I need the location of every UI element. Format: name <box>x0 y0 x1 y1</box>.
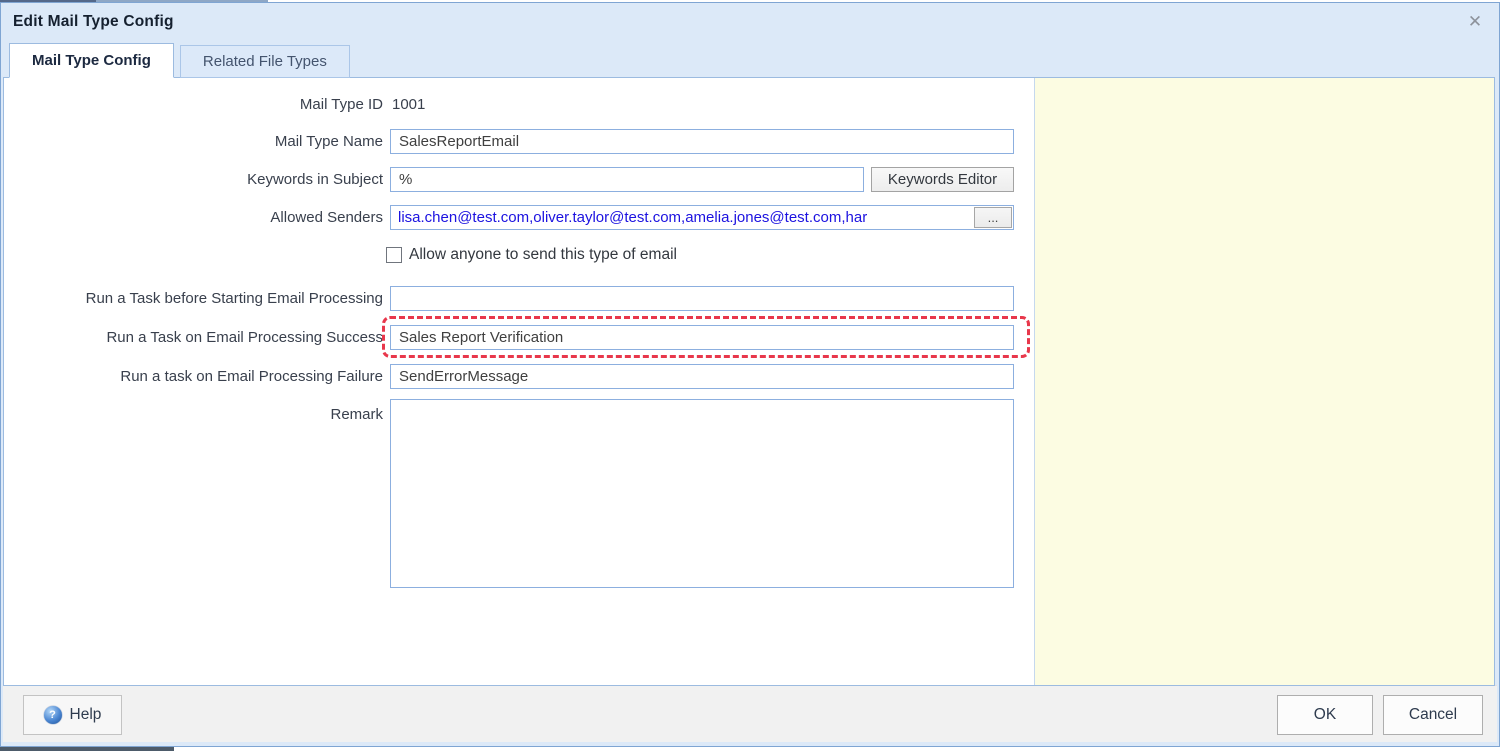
task-failure-label: Run a task on Email Processing Failure <box>4 364 383 389</box>
allowed-senders-value[interactable]: lisa.chen@test.com,oliver.taylor@test.co… <box>391 206 973 229</box>
side-panel <box>1034 78 1494 685</box>
allow-anyone-row: Allow anyone to send this type of email <box>386 246 677 264</box>
cancel-button[interactable]: Cancel <box>1383 695 1483 735</box>
remark-textarea[interactable] <box>390 399 1014 588</box>
ok-button[interactable]: OK <box>1277 695 1373 735</box>
tab-strip: Mail Type Config Related File Types <box>9 43 350 78</box>
screen: Edit Mail Type Config ✕ Mail Type Config… <box>0 0 1500 751</box>
allowed-senders-browse-button[interactable]: ... <box>974 207 1012 228</box>
mail-type-id-value: 1001 <box>392 94 425 116</box>
task-success-label: Run a Task on Email Processing Success <box>4 325 383 350</box>
help-question-icon: ? <box>44 706 62 724</box>
keywords-in-subject-label: Keywords in Subject <box>4 167 383 192</box>
allowed-senders-label: Allowed Senders <box>4 205 383 230</box>
dialog-titlebar: Edit Mail Type Config ✕ <box>1 3 1499 41</box>
allow-anyone-checkbox[interactable] <box>386 247 402 263</box>
keywords-editor-button[interactable]: Keywords Editor <box>871 167 1014 192</box>
task-failure-input[interactable] <box>390 364 1014 389</box>
help-button[interactable]: ? Help <box>23 695 122 735</box>
keywords-in-subject-input[interactable] <box>390 167 864 192</box>
mail-type-name-label: Mail Type Name <box>4 129 383 154</box>
dialog-title: Edit Mail Type Config <box>13 3 174 41</box>
close-icon[interactable]: ✕ <box>1463 10 1487 34</box>
mail-type-name-input[interactable] <box>390 129 1014 154</box>
mail-type-id-label: Mail Type ID <box>4 92 383 117</box>
remark-label: Remark <box>4 404 383 426</box>
task-before-input[interactable] <box>390 286 1014 311</box>
allowed-senders-input[interactable]: lisa.chen@test.com,oliver.taylor@test.co… <box>390 205 1014 230</box>
tab-mail-type-config[interactable]: Mail Type Config <box>9 43 174 78</box>
edit-mail-type-config-dialog: Edit Mail Type Config ✕ Mail Type Config… <box>0 2 1500 747</box>
task-before-label: Run a Task before Starting Email Process… <box>4 286 383 311</box>
tab-page-mail-type-config: Mail Type ID 1001 Mail Type Name Keyword… <box>3 77 1495 686</box>
dialog-footer: ? Help OK Cancel <box>3 685 1497 742</box>
background-window-fragment-bottom <box>0 747 174 751</box>
task-success-input[interactable] <box>390 325 1014 350</box>
tab-related-file-types[interactable]: Related File Types <box>180 45 350 78</box>
help-button-label: Help <box>70 706 102 724</box>
allow-anyone-label: Allow anyone to send this type of email <box>409 246 677 264</box>
